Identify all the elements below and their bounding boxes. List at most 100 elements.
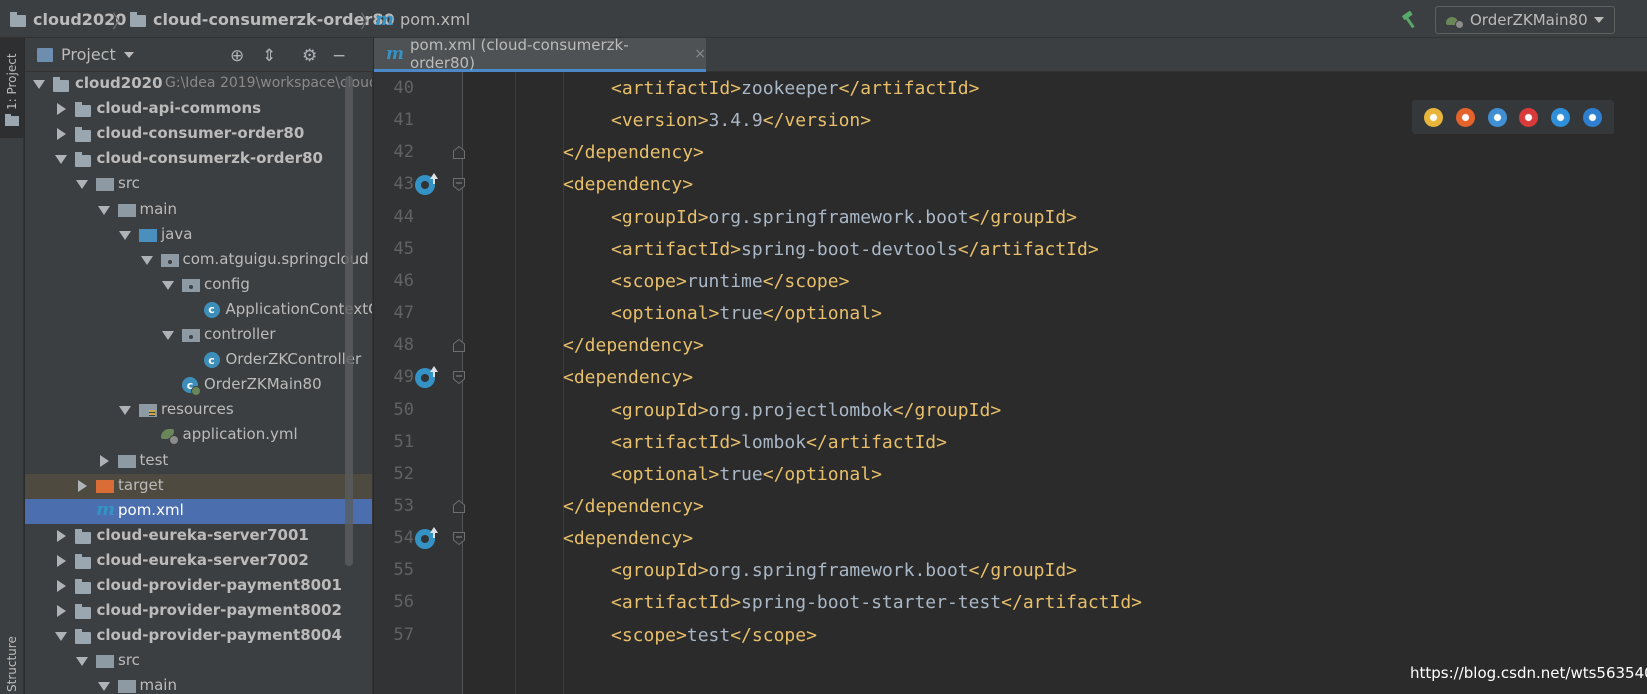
xml-close-tag: </groupId> (968, 206, 1078, 228)
xml-close-tag: </groupId> (968, 560, 1078, 582)
xml-close-tag: </artifactId> (1001, 592, 1143, 614)
package-dot-icon (189, 335, 193, 339)
xml-text: true (719, 303, 763, 325)
overrides-gutter-icon[interactable] (414, 525, 440, 551)
line-number: 51 (393, 431, 414, 452)
fold-start-icon[interactable] (453, 532, 465, 546)
xml-close-tag: </optional> (762, 303, 882, 325)
xml-close-tag: </artifactId> (957, 238, 1099, 260)
xml-open-tag: <groupId> (611, 399, 709, 421)
fold-end-icon[interactable] (453, 339, 465, 353)
xml-open-tag: </dependency> (563, 335, 704, 357)
fold-start-icon[interactable] (453, 178, 465, 192)
xml-text: spring-boot-devtools (741, 238, 958, 260)
xml-open-tag: <dependency> (563, 367, 694, 389)
xml-text: 3.4.9 (708, 110, 763, 132)
fold-end-icon[interactable] (453, 499, 465, 513)
xml-text: spring-boot-starter-test (741, 592, 1002, 614)
xml-text: org.springframework.boot (708, 560, 969, 582)
overrides-gutter-icon[interactable] (414, 171, 440, 197)
code-editor[interactable]: 40 <artifactId>zookeeper</artifactId> 41 <v… (0, 0, 1647, 694)
xml-open-tag: <scope> (611, 270, 687, 292)
opera-icon[interactable] (1519, 107, 1539, 127)
fold-end-icon[interactable] (453, 146, 465, 160)
xml-open-tag: <artifactId> (611, 78, 742, 99)
code-line[interactable]: <artifactId>zookeeper</artifactId> (611, 72, 979, 105)
line-number: 43 (393, 174, 414, 195)
line-number: 53 (393, 495, 414, 516)
xml-open-tag: <artifactId> (611, 238, 742, 260)
xml-close-tag: </artifactId> (838, 78, 980, 99)
code-line[interactable]: <scope>runtime</scope> (611, 265, 849, 298)
edge-icon[interactable] (1582, 107, 1602, 127)
line-number: 40 (393, 78, 414, 98)
line-number: 44 (393, 206, 414, 227)
line-number: 48 (393, 335, 414, 356)
xml-open-tag: <groupId> (611, 560, 709, 582)
xml-open-tag: <optional> (611, 303, 720, 325)
xml-open-tag: <version> (611, 110, 709, 132)
package-dot-icon (167, 259, 172, 264)
xml-open-tag: </dependency> (563, 142, 704, 164)
code-line[interactable]: <scope>test</scope> (611, 619, 817, 652)
xml-close-tag: </version> (762, 110, 872, 132)
xml-close-tag: </scope> (762, 270, 850, 292)
line-number: 55 (393, 560, 414, 581)
fold-start-icon[interactable] (453, 371, 465, 385)
line-number: 50 (393, 399, 414, 420)
xml-open-tag: </dependency> (563, 495, 704, 517)
xml-close-tag: </groupId> (892, 399, 1002, 421)
line-number: 49 (393, 367, 414, 388)
browser-preview-bar (1412, 100, 1614, 134)
line-number: 42 (393, 142, 414, 163)
resources-bars-icon (149, 410, 155, 417)
code-line[interactable]: </dependency> (563, 136, 704, 169)
chrome-icon[interactable] (1424, 107, 1444, 127)
xml-text: lombok (741, 431, 807, 453)
firefox-icon[interactable] (1455, 107, 1475, 127)
xml-text: org.springframework.boot (708, 206, 969, 228)
package-dot-icon (189, 284, 193, 289)
code-line[interactable]: <artifactId>lombok</artifactId> (611, 426, 947, 459)
code-line[interactable]: <version>3.4.9</version> (611, 104, 871, 137)
xml-open-tag: <dependency> (563, 528, 694, 550)
xml-text: org.projectlombok (708, 399, 893, 421)
xml-open-tag: <groupId> (611, 206, 709, 228)
line-number: 56 (393, 592, 414, 613)
code-line[interactable]: <artifactId>spring-boot-starter-test</ar… (611, 586, 1142, 619)
code-line[interactable]: </dependency> (563, 490, 704, 523)
code-line[interactable]: <artifactId>spring-boot-devtools</artifa… (611, 233, 1099, 266)
code-line[interactable]: </dependency> (563, 329, 704, 362)
xml-open-tag: <dependency> (563, 174, 694, 196)
xml-open-tag: <scope> (611, 624, 687, 646)
code-line[interactable]: <groupId>org.springframework.boot</group… (611, 554, 1077, 587)
xml-close-tag: </artifactId> (806, 431, 947, 453)
xml-close-tag: </optional> (762, 463, 882, 485)
line-number: 46 (393, 270, 414, 291)
line-number: 47 (393, 303, 414, 324)
line-number: 45 (393, 238, 414, 259)
xml-open-tag: <artifactId> (611, 431, 742, 453)
code-line[interactable]: <optional>true</optional> (611, 458, 882, 491)
code-line[interactable]: <dependency> (563, 168, 693, 201)
overrides-gutter-icon[interactable] (414, 364, 440, 390)
line-number: 41 (393, 110, 414, 131)
safari-icon[interactable] (1487, 107, 1507, 127)
code-line[interactable]: <dependency> (563, 522, 693, 555)
code-line[interactable]: <dependency> (563, 361, 693, 394)
xml-text: true (719, 463, 763, 485)
xml-open-tag: <optional> (611, 463, 720, 485)
line-number: 52 (393, 463, 414, 484)
code-line[interactable]: <groupId>org.projectlombok</groupId> (611, 394, 1001, 427)
xml-text: zookeeper (741, 78, 839, 99)
xml-text: test (686, 624, 731, 646)
xml-text: runtime (686, 270, 763, 292)
line-number: 57 (393, 624, 414, 645)
code-line[interactable]: <optional>true</optional> (611, 297, 882, 330)
watermark-text: https://blog.csdn.net/wts563540 (1410, 664, 1647, 682)
code-line[interactable]: <groupId>org.springframework.boot</group… (611, 201, 1077, 234)
xml-open-tag: <artifactId> (611, 592, 742, 614)
line-number: 54 (393, 528, 414, 549)
xml-close-tag: </scope> (730, 624, 817, 646)
ie-icon[interactable] (1550, 107, 1570, 127)
